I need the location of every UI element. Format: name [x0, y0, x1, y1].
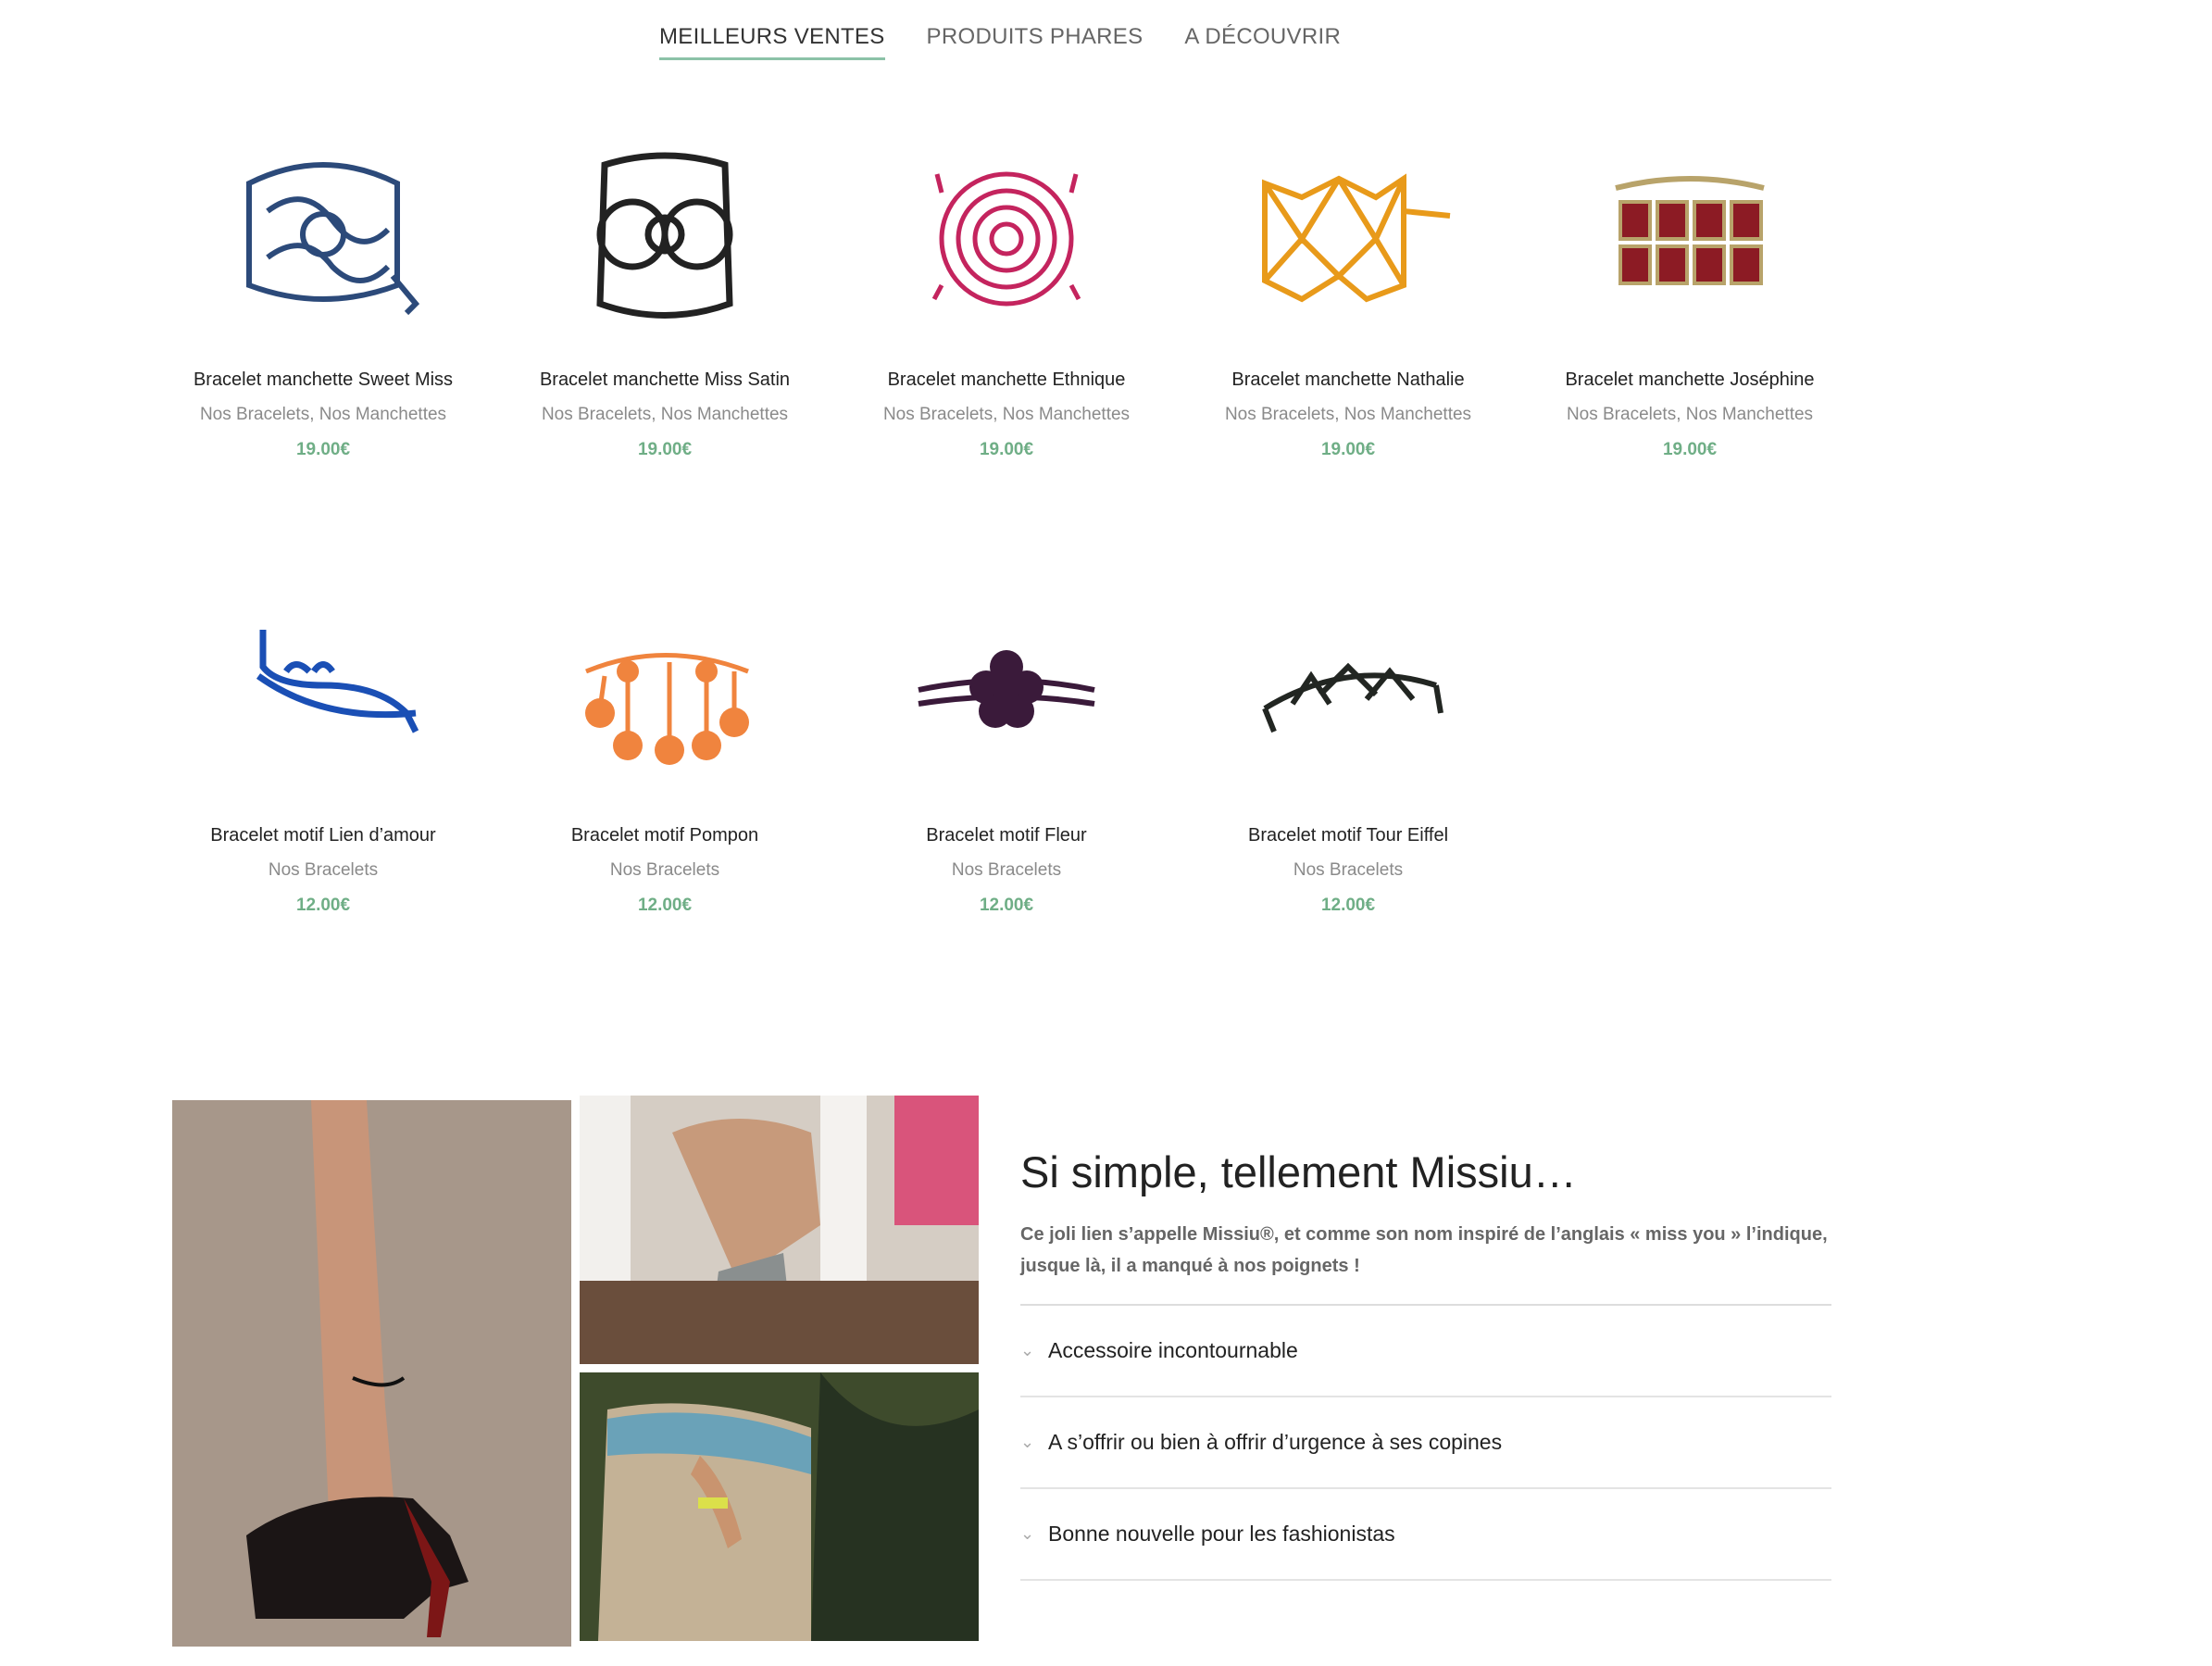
accordion-item-offrir[interactable]: ⌄ A s’offrir ou bien à offrir d’urgence … — [1020, 1397, 1831, 1489]
product-image[interactable] — [526, 583, 804, 824]
product-price: 19.00€ — [637, 440, 693, 459]
product-category[interactable]: Nos Bracelets, Nos Manchettes — [498, 404, 831, 426]
chevron-down-icon: ⌄ — [1020, 1524, 1035, 1543]
product-card[interactable]: Bracelet manchette Sweet Miss Nos Bracel… — [156, 128, 490, 461]
lifestyle-photo-sitting — [580, 1096, 979, 1364]
lifestyle-photo-heels — [172, 1100, 571, 1647]
product-card[interactable]: Bracelet manchette Ethnique Nos Bracelet… — [840, 128, 1173, 461]
tab-a-decouvrir[interactable]: A DÉCOUVRIR — [1184, 24, 1341, 60]
product-category[interactable]: Nos Bracelets — [156, 859, 490, 882]
product-tabs: MEILLEURS VENTES PRODUITS PHARES A DÉCOU… — [659, 24, 1341, 60]
product-name[interactable]: Bracelet manchette Ethnique — [840, 369, 1173, 391]
product-card[interactable]: Bracelet motif Lien d’amour Nos Bracelet… — [156, 583, 490, 917]
product-image[interactable] — [184, 128, 462, 369]
lifestyle-photo-wrist — [580, 1372, 979, 1641]
product-card[interactable]: Bracelet manchette Joséphine Nos Bracele… — [1523, 128, 1856, 461]
product-name[interactable]: Bracelet manchette Miss Satin — [498, 369, 831, 391]
product-category[interactable]: Nos Bracelets — [498, 859, 831, 882]
product-image[interactable] — [868, 128, 1145, 369]
product-price: 19.00€ — [1662, 440, 1718, 459]
product-category[interactable]: Nos Bracelets — [1181, 859, 1515, 882]
product-category[interactable]: Nos Bracelets, Nos Manchettes — [156, 404, 490, 426]
product-card[interactable]: Bracelet motif Tour Eiffel Nos Bracelets… — [1181, 583, 1515, 917]
product-category[interactable]: Nos Bracelets, Nos Manchettes — [1181, 404, 1515, 426]
product-price: 12.00€ — [637, 896, 693, 915]
product-name[interactable]: Bracelet motif Fleur — [840, 824, 1173, 846]
product-card[interactable]: Bracelet motif Fleur Nos Bracelets 12.00… — [840, 583, 1173, 917]
product-name[interactable]: Bracelet manchette Joséphine — [1523, 369, 1856, 391]
chevron-down-icon: ⌄ — [1020, 1433, 1035, 1451]
product-price: 12.00€ — [979, 896, 1034, 915]
product-category[interactable]: Nos Bracelets, Nos Manchettes — [1523, 404, 1856, 426]
product-category[interactable]: Nos Bracelets — [840, 859, 1173, 882]
product-category[interactable]: Nos Bracelets, Nos Manchettes — [840, 404, 1173, 426]
product-image[interactable] — [1551, 128, 1829, 369]
product-card[interactable]: Bracelet manchette Nathalie Nos Bracelet… — [1181, 128, 1515, 461]
product-price: 19.00€ — [1320, 440, 1376, 459]
product-name[interactable]: Bracelet manchette Nathalie — [1181, 369, 1515, 391]
accordion-item-accessoire[interactable]: ⌄ Accessoire incontournable — [1020, 1306, 1831, 1397]
product-image[interactable] — [1209, 128, 1487, 369]
product-price: 12.00€ — [295, 896, 351, 915]
product-name[interactable]: Bracelet manchette Sweet Miss — [156, 369, 490, 391]
chevron-down-icon: ⌄ — [1020, 1341, 1035, 1359]
feature-title: Si simple, tellement Missiu… — [1020, 1147, 1577, 1196]
product-image[interactable] — [1209, 583, 1487, 824]
accordion-label: Bonne nouvelle pour les fashionistas — [1048, 1522, 1395, 1546]
product-name[interactable]: Bracelet motif Lien d’amour — [156, 824, 490, 846]
accordion-label: A s’offrir ou bien à offrir d’urgence à … — [1048, 1430, 1503, 1454]
product-price: 19.00€ — [295, 440, 351, 459]
feature-lead: Ce joli lien s’appelle Missiu®, et comme… — [1020, 1224, 1828, 1276]
product-image[interactable] — [868, 583, 1145, 824]
product-name[interactable]: Bracelet motif Pompon — [498, 824, 831, 846]
feature-section: Si simple, tellement Missiu… Ce joli lie… — [1020, 1146, 1831, 1581]
accordion-item-fashionistas[interactable]: ⌄ Bonne nouvelle pour les fashionistas — [1020, 1489, 1831, 1581]
accordion-label: Accessoire incontournable — [1048, 1338, 1298, 1362]
product-card[interactable]: Bracelet manchette Miss Satin Nos Bracel… — [498, 128, 831, 461]
product-name[interactable]: Bracelet motif Tour Eiffel — [1181, 824, 1515, 846]
product-price: 12.00€ — [1320, 896, 1376, 915]
accordion: ⌄ Accessoire incontournable ⌄ A s’offrir… — [1020, 1304, 1831, 1581]
tab-meilleurs-ventes[interactable]: MEILLEURS VENTES — [659, 24, 885, 60]
product-card[interactable]: Bracelet motif Pompon Nos Bracelets 12.0… — [498, 583, 831, 917]
product-image[interactable] — [184, 583, 462, 824]
product-image[interactable] — [526, 128, 804, 369]
product-price: 19.00€ — [979, 440, 1034, 459]
tab-produits-phares[interactable]: PRODUITS PHARES — [927, 24, 1143, 60]
